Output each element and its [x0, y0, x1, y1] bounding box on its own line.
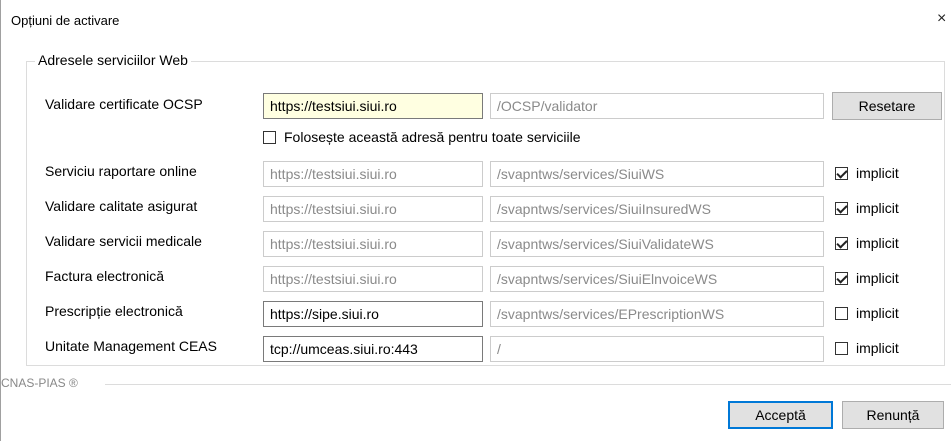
use-for-all-checkbox[interactable] [263, 131, 276, 144]
service-path-input[interactable]: /svapntws/services/EPrescriptionWS [490, 301, 824, 327]
service-label: Unitate Management CEAS [45, 338, 217, 354]
dialog-window: Opțiuni de activare × Adresele serviciil… [0, 0, 951, 441]
brand-label: CNAS-PIAS ® [1, 376, 78, 390]
service-path-input[interactable]: /svapntws/services/SiuiWS [490, 161, 824, 187]
implicit-checkbox[interactable] [835, 307, 848, 320]
implicit-label: implicit [856, 340, 899, 356]
service-label: Serviciu raportare online [45, 163, 197, 179]
implicit-checkbox[interactable] [835, 342, 848, 355]
implicit-label: implicit [856, 200, 899, 216]
implicit-label: implicit [856, 270, 899, 286]
groupbox-legend: Adresele serviciilor Web [35, 52, 191, 68]
implicit-checkbox[interactable] [835, 202, 848, 215]
service-host-input[interactable]: https://testsiui.siui.ro [263, 266, 483, 292]
implicit-label: implicit [856, 305, 899, 321]
service-host-input[interactable]: https://sipe.siui.ro [263, 301, 483, 327]
ocsp-label: Validare certificate OCSP [45, 96, 203, 112]
service-host-input[interactable]: https://testsiui.siui.ro [263, 196, 483, 222]
service-label: Validare servicii medicale [45, 233, 202, 249]
service-host-input[interactable]: tcp://umceas.siui.ro:443 [263, 336, 483, 362]
service-label: Factura electronică [45, 268, 165, 284]
window-title: Opțiuni de activare [11, 13, 120, 28]
ocsp-path-input[interactable]: /OCSP/validator [490, 93, 824, 119]
footer-divider [105, 384, 951, 385]
use-for-all-label: Folosește această adresă pentru toate se… [284, 129, 581, 145]
service-host-input[interactable]: https://testsiui.siui.ro [263, 161, 483, 187]
service-label: Validare calitate asigurat [45, 198, 198, 214]
implicit-checkbox[interactable] [835, 237, 848, 250]
cancel-button[interactable]: Renunță [842, 401, 944, 429]
close-icon[interactable]: × [937, 10, 946, 28]
reset-button[interactable]: Resetare [832, 92, 942, 120]
service-host-input[interactable]: https://testsiui.siui.ro [263, 231, 483, 257]
service-label: Prescripție electronică [45, 303, 183, 319]
accept-button[interactable]: Acceptă [728, 401, 833, 429]
implicit-checkbox[interactable] [835, 272, 848, 285]
service-path-input[interactable]: /svapntws/services/SiuiElnvoiceWS [490, 266, 824, 292]
implicit-label: implicit [856, 165, 899, 181]
implicit-checkbox[interactable] [835, 167, 848, 180]
service-path-input[interactable]: /svapntws/services/SiuiInsuredWS [490, 196, 824, 222]
ocsp-host-input[interactable]: https://testsiui.siui.ro [263, 93, 483, 119]
implicit-label: implicit [856, 235, 899, 251]
service-path-input[interactable]: / [490, 336, 824, 362]
service-path-input[interactable]: /svapntws/services/SiuiValidateWS [490, 231, 824, 257]
